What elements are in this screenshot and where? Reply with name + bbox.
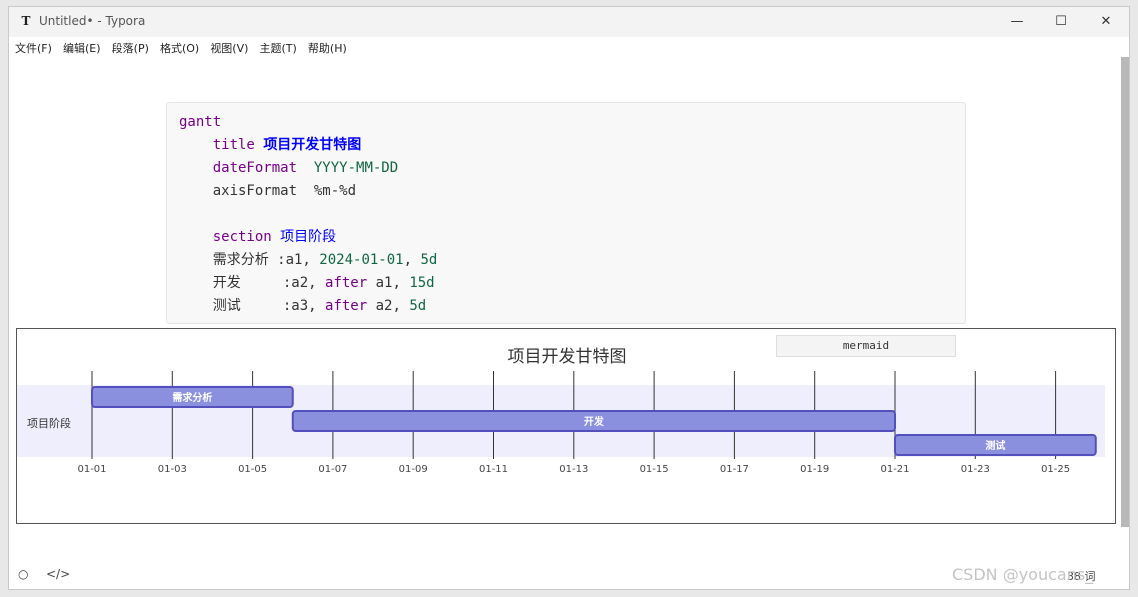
- menu-edit[interactable]: 编辑(E): [63, 37, 101, 59]
- x-tick-label: 01-21: [880, 464, 909, 475]
- menu-help[interactable]: 帮助(H): [308, 37, 347, 59]
- gantt-keyword: gantt: [179, 114, 222, 130]
- typora-window: T Untitled• - Typora — ☐ ✕ 文件(F) 编辑(E) 段…: [8, 6, 1130, 590]
- task-1-duration: 5d: [420, 252, 438, 268]
- gantt-chart: 项目开发甘特图项目阶段 01-01 01-03 01-05 01-07 01-09 01-1…: [17, 347, 1105, 475]
- close-button[interactable]: ✕: [1084, 10, 1128, 34]
- menu-format[interactable]: 格式(O): [160, 37, 199, 59]
- task-2-name: 开发 :a2,: [212, 275, 326, 291]
- x-tick-label: 01-03: [158, 464, 187, 475]
- menu-bar: 文件(F) 编辑(E) 段落(P) 格式(O) 视图(V) 主题(T) 帮助(H…: [9, 37, 1129, 57]
- task-2-duration: 15d: [409, 275, 435, 291]
- menu-file[interactable]: 文件(F): [15, 37, 52, 59]
- dateformat-keyword: dateFormat: [212, 160, 298, 176]
- task-label: 开发: [584, 415, 605, 428]
- code-line-6: section 项目阶段: [179, 227, 336, 247]
- task-2-ref: a1,: [367, 275, 410, 291]
- code-icon[interactable]: </>: [46, 567, 70, 581]
- x-tick-label: 01-05: [238, 464, 267, 475]
- mermaid-preview[interactable]: 项目开发甘特图项目阶段 01-01 01-03 01-05 01-07 01-09 01-1…: [16, 328, 1116, 524]
- window-title: Untitled• - Typora: [39, 14, 146, 28]
- task-label: 需求分析: [172, 391, 212, 404]
- code-line-8: 开发 :a2, after a1, 15d: [179, 273, 435, 293]
- code-line-3: dateFormat YYYY-MM-DD: [179, 158, 398, 178]
- task-3-after-keyword: after: [325, 298, 368, 314]
- x-tick-label: 01-07: [318, 464, 347, 475]
- menu-theme[interactable]: 主题(T): [260, 37, 297, 59]
- title-bar: T Untitled• - Typora — ☐ ✕: [9, 7, 1129, 37]
- menu-view[interactable]: 视图(V): [210, 37, 248, 59]
- task-3-duration: 5d: [409, 298, 427, 314]
- section-label: 项目阶段: [27, 416, 71, 430]
- dateformat-value: YYYY-MM-DD: [313, 160, 399, 176]
- task-label: 测试: [985, 439, 1005, 452]
- title-value: 项目开发甘特图: [263, 137, 362, 153]
- code-line-2: title 项目开发甘特图: [179, 135, 362, 155]
- task-3-ref: a2,: [367, 298, 410, 314]
- minimize-button[interactable]: —: [995, 10, 1039, 34]
- x-tick-label: 01-01: [77, 464, 106, 475]
- code-editor-block[interactable]: gantt title 项目开发甘特图 dateFormat YYYY-MM-D…: [166, 102, 966, 324]
- section-value: 项目阶段: [280, 229, 337, 245]
- task-3-name: 测试 :a3,: [212, 298, 326, 314]
- circle-icon[interactable]: ○: [18, 567, 28, 581]
- vertical-scrollbar[interactable]: [1121, 57, 1129, 527]
- code-line-1: gantt: [179, 112, 221, 132]
- x-tick-label: 01-17: [720, 464, 749, 475]
- task-2-after-keyword: after: [325, 275, 368, 291]
- menu-paragraph[interactable]: 段落(P): [112, 37, 149, 59]
- axisformat-line: axisFormat %m-%d: [212, 183, 357, 199]
- x-tick-label: 01-15: [640, 464, 669, 475]
- maximize-button[interactable]: ☐: [1039, 10, 1083, 34]
- title-keyword: title: [212, 137, 255, 153]
- typora-logo-icon: T: [21, 14, 31, 28]
- code-line-7: 需求分析 :a1, 2024-01-01, 5d: [179, 250, 438, 270]
- x-tick-label: 01-11: [479, 464, 508, 475]
- task-1-sep: ,: [403, 252, 421, 268]
- code-language-tag[interactable]: mermaid: [776, 335, 956, 357]
- x-tick-label: 01-23: [961, 464, 990, 475]
- x-tick-label: 01-19: [800, 464, 829, 475]
- task-1-date: 2024-01-01: [319, 252, 404, 268]
- chart-title: 项目开发甘特图: [508, 347, 627, 367]
- x-tick-label: 01-09: [399, 464, 428, 475]
- code-line-4: axisFormat %m-%d: [179, 181, 356, 201]
- task-1-name: 需求分析 :a1,: [212, 252, 320, 268]
- x-tick-label: 01-13: [559, 464, 588, 475]
- watermark-text: CSDN @youcans_: [952, 565, 1094, 584]
- x-tick-label: 01-25: [1041, 464, 1070, 475]
- section-keyword: section: [212, 229, 272, 245]
- code-line-9: 测试 :a3, after a2, 5d: [179, 296, 426, 316]
